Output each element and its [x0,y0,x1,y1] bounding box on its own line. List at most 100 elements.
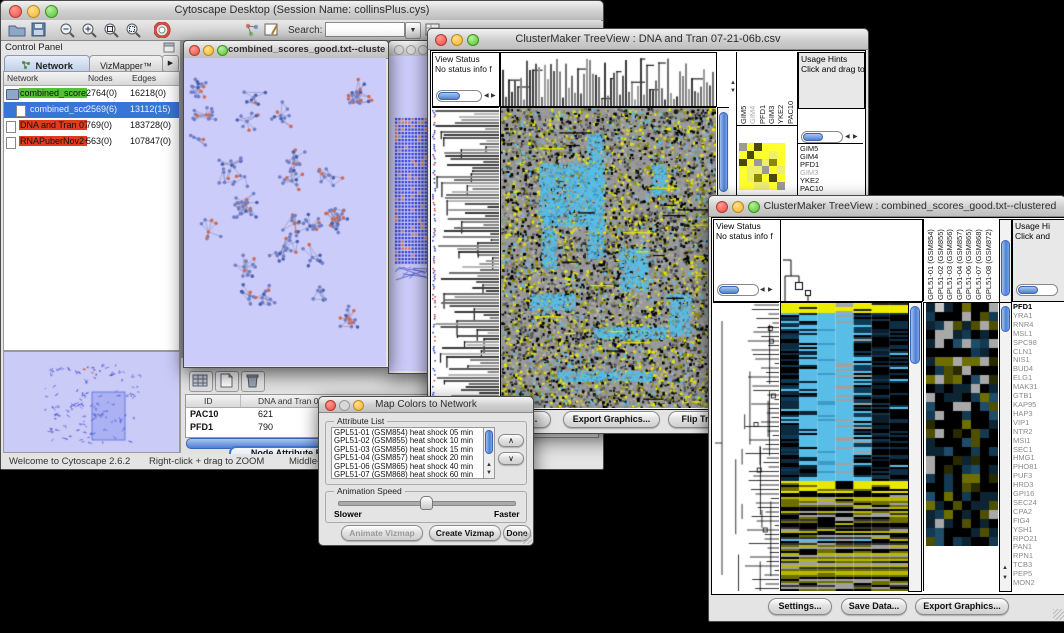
close-icon[interactable] [189,45,200,56]
gene-label[interactable]: GTB1 [1013,392,1063,401]
matrix-cell[interactable] [739,166,747,174]
scroll-up-icon[interactable]: ▲ [486,462,492,468]
search-dropdown-button[interactable]: ▼ [405,22,421,39]
attribute-listbox[interactable]: GPL51-01 (GSM854) heat shock 05 minGPL51… [331,427,485,479]
matrix-cell[interactable] [754,174,762,182]
scroll-left-icon[interactable]: ◀ [484,93,489,99]
gene-label[interactable]: TCB3 [1013,561,1063,570]
matrix-cell[interactable] [747,151,755,159]
network-window-1[interactable]: combined_scores_good.txt--cluste... [183,40,389,368]
dialog-titlebar[interactable]: Map Colors to Network [319,397,533,413]
float-panel-icon[interactable] [163,42,175,53]
matrix-cell[interactable] [777,174,785,182]
gene-label[interactable]: SEC24 [1013,499,1063,508]
network-table-row[interactable]: DNA and Tran 07769(0)183728(0) [4,118,179,134]
gene-label[interactable]: KAP95 [1013,401,1063,410]
matrix-cell[interactable] [754,182,762,190]
gene-label[interactable]: PAC10 [800,185,862,193]
gene-label[interactable]: RPO21 [1013,535,1063,544]
gene-label[interactable]: PFD1 [800,161,862,169]
matrix-cell[interactable] [739,151,747,159]
gene-label[interactable]: SPC98 [1013,339,1063,348]
gene-label[interactable]: MSL1 [1013,330,1063,339]
minimize-icon[interactable] [732,201,744,213]
scroll-down-icon[interactable]: ▼ [486,470,492,476]
treeview2-titlebar[interactable]: ClusterMaker TreeView : combined_scores_… [709,196,1064,217]
scroll-right-icon[interactable]: ▶ [853,134,858,140]
move-down-button[interactable]: ∨ [498,452,524,465]
zoom-out-icon[interactable] [59,22,77,38]
help-ring-icon[interactable] [154,22,171,38]
new-attribute-button[interactable] [215,371,239,392]
matrix-cell[interactable] [747,143,755,151]
network-overview[interactable] [3,351,180,453]
zoom-window-icon[interactable] [217,45,228,56]
tv2-heatmap[interactable] [780,302,908,591]
scroll-up-icon[interactable]: ▲ [1002,565,1008,571]
matrix-cell[interactable] [769,143,777,151]
col-network[interactable]: Network [7,73,38,83]
gene-label[interactable]: PUF3 [1013,472,1063,481]
matrix-cell[interactable] [777,151,785,159]
resize-grip[interactable] [1053,609,1064,620]
tv2-labels-vscrollbar[interactable] [999,219,1012,303]
matrix-cell[interactable] [762,159,770,167]
annotation-icon[interactable] [264,22,281,38]
close-icon[interactable] [716,201,728,213]
close-icon[interactable] [394,45,404,55]
delete-attribute-button[interactable] [241,371,265,392]
tab-vizmapper[interactable]: VizMapper™ [89,55,163,72]
scroll-left-icon[interactable]: ◀ [760,287,765,293]
gene-label[interactable]: CPA2 [1013,508,1063,517]
network-window-1-titlebar[interactable]: combined_scores_good.txt--cluste... [184,41,388,59]
matrix-cell[interactable] [769,159,777,167]
gene-label[interactable]: GIM5 [800,145,862,153]
network-table-row[interactable]: combined_sco2569(6)13112(15) [4,102,179,118]
network-view-canvas[interactable] [184,58,386,366]
matrix-cell[interactable] [762,143,770,151]
gene-label[interactable]: GIM3 [800,169,862,177]
gene-label[interactable]: RPN1 [1013,552,1063,561]
export-graphics-button[interactable]: Export Graphics... [563,411,660,428]
matrix-cell[interactable] [769,166,777,174]
gene-label[interactable]: SEC1 [1013,446,1063,455]
tv2-column-dendrogram[interactable] [780,219,923,302]
minimize-icon[interactable] [203,45,214,56]
scroll-right-icon[interactable]: ▶ [768,287,773,293]
tv1-gene-list[interactable]: GIM5GIM4PFD1GIM3YKE2PAC10 [800,145,862,193]
gene-label[interactable]: YSH1 [1013,526,1063,535]
scroll-up-icon[interactable]: ▲ [730,80,736,86]
tv2-row-dendrogram[interactable] [713,302,779,591]
export-graphics-button[interactable]: Export Graphics... [915,598,1009,615]
tv2-zoom-slider[interactable] [717,284,759,296]
gene-label[interactable]: PEP5 [1013,570,1063,579]
gene-label[interactable]: PAN1 [1013,543,1063,552]
gene-label[interactable]: HAP3 [1013,410,1063,419]
table-mode-button[interactable] [189,371,213,392]
matrix-cell[interactable] [762,174,770,182]
scroll-down-icon[interactable]: ▼ [1002,575,1008,581]
matrix-cell[interactable] [739,159,747,167]
move-up-button[interactable]: ∧ [498,434,524,447]
gene-label[interactable]: HMG1 [1013,454,1063,463]
tv2-contrast-slider[interactable] [1016,284,1058,296]
settings-button[interactable]: Settings... [768,598,832,615]
matrix-cell[interactable] [739,143,747,151]
speed-slider-thumb[interactable] [420,496,433,510]
tv2-heatmap-vscrollbar[interactable] [908,302,922,592]
resize-grip[interactable] [521,533,532,544]
gene-label[interactable]: GIM4 [800,153,862,161]
gene-label[interactable]: FIG4 [1013,517,1063,526]
gene-label[interactable]: MSI1 [1013,437,1063,446]
matrix-cell[interactable] [762,182,770,190]
tv2-gene-list[interactable]: PFD1YRA1RNR4MSL1SPC98CLN1NIS1BUD4ELG1MAK… [1013,303,1063,590]
animate-vizmap-button[interactable]: Animate Vizmap [341,525,423,541]
matrix-cell[interactable] [747,174,755,182]
gene-label[interactable]: HRD3 [1013,481,1063,490]
gene-label[interactable]: GPI16 [1013,490,1063,499]
tv2-genes-vscrollbar[interactable]: ▲ ▼ [999,302,1012,592]
tv1-zoom-matrix[interactable] [739,143,785,190]
gene-label[interactable]: MON2 [1013,579,1063,588]
scroll-left-icon[interactable]: ◀ [845,134,850,140]
gene-label[interactable]: VIP1 [1013,419,1063,428]
